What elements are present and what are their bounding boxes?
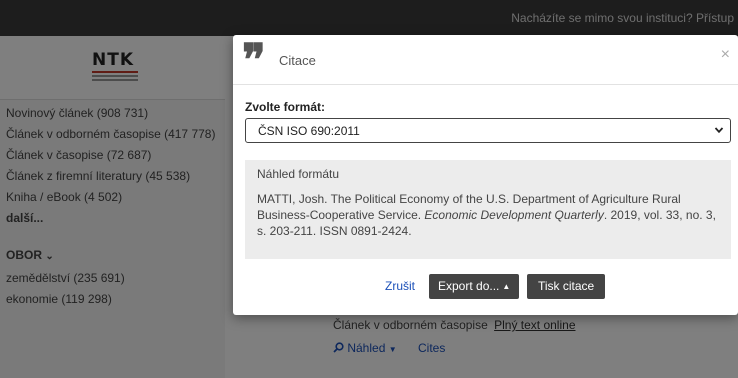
dialog-actions: Zrušit Export do... ▲ Tisk citace	[233, 272, 738, 300]
format-preview: Náhled formátu MATTI, Josh. The Politica…	[245, 160, 731, 259]
export-label: Export do...	[438, 279, 500, 293]
chevron-down-icon	[714, 127, 724, 134]
citation-dialog: ❞ Citace × Zvolte formát: ČSN ISO 690:20…	[233, 35, 738, 315]
cancel-button[interactable]: Zrušit	[385, 279, 415, 293]
dialog-header: ❞ Citace ×	[233, 35, 738, 85]
citation-text: MATTI, Josh. The Political Economy of th…	[257, 192, 716, 238]
export-button[interactable]: Export do... ▲	[429, 274, 520, 299]
dialog-title: Citace	[279, 53, 316, 68]
quote-icon: ❞	[242, 35, 266, 86]
preview-heading: Náhled formátu	[257, 167, 340, 181]
caret-up-icon: ▲	[502, 282, 511, 291]
journal-title: Economic Development Quarterly	[424, 208, 604, 222]
print-citation-button[interactable]: Tisk citace	[527, 274, 606, 299]
format-select[interactable]: ČSN ISO 690:2011	[245, 118, 731, 143]
format-label: Zvolte formát:	[245, 100, 326, 114]
format-select-value: ČSN ISO 690:2011	[258, 124, 360, 138]
close-button[interactable]: ×	[721, 46, 730, 64]
